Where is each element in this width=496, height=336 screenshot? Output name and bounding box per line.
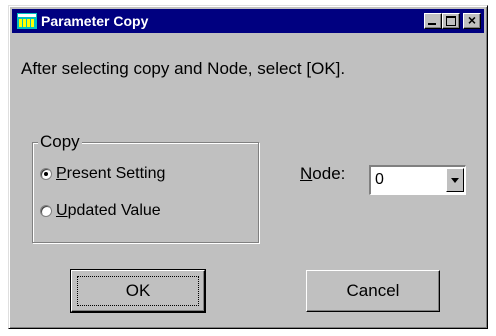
chevron-down-icon[interactable] (446, 168, 464, 192)
window-title: Parameter Copy (41, 13, 149, 29)
radio-updated-value-label: Updated Value (56, 202, 161, 219)
radio-unselected-icon (40, 205, 52, 217)
app-icon (17, 13, 37, 29)
radio-selected-icon (40, 168, 52, 180)
ok-button[interactable]: OK (70, 269, 206, 313)
copy-groupbox (32, 142, 259, 243)
maximize-button[interactable] (442, 13, 460, 29)
radio-present-setting[interactable]: Present Setting (40, 165, 165, 183)
close-button[interactable]: × (463, 12, 481, 29)
cancel-button[interactable]: Cancel (306, 270, 440, 312)
node-label: Node: (300, 164, 346, 183)
close-icon: × (467, 12, 477, 28)
node-select-value: 0 (375, 171, 384, 188)
node-select[interactable]: 0 (369, 165, 466, 195)
radio-updated-value[interactable]: Updated Value (40, 202, 161, 220)
instruction-text: After selecting copy and Node, select [O… (21, 59, 346, 78)
title-bar[interactable]: Parameter Copy × (12, 9, 484, 33)
cancel-button-label: Cancel (346, 281, 400, 300)
minimize-button[interactable] (424, 13, 442, 29)
radio-present-setting-label: Present Setting (56, 165, 166, 182)
focus-rectangle (77, 276, 199, 306)
copy-group-label: Copy (38, 132, 82, 152)
